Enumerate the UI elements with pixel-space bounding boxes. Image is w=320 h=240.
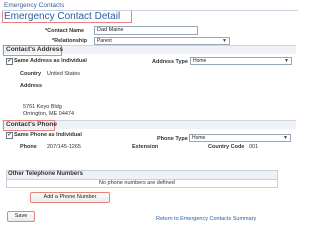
chevron-down-icon: ▼ bbox=[284, 58, 289, 64]
phone-label: Phone bbox=[20, 144, 37, 150]
country-code-label: Country Code bbox=[208, 144, 245, 150]
address-section-title: Contact's Address bbox=[6, 46, 63, 53]
add-phone-button[interactable]: Add a Phone Number bbox=[30, 192, 110, 203]
phone-type-label: Phone Type bbox=[157, 136, 188, 142]
relationship-value: Parent bbox=[97, 38, 112, 44]
chevron-down-icon: ▼ bbox=[283, 135, 288, 141]
same-address-label: Same Address as Individual bbox=[14, 58, 87, 64]
other-phones-title: Other Telephone Numbers bbox=[8, 171, 83, 177]
checkmark-icon: ✔ bbox=[7, 58, 12, 64]
relationship-select[interactable]: Parent ▼ bbox=[94, 37, 230, 45]
same-address-checkbox[interactable]: ✔ bbox=[6, 58, 13, 65]
address-type-select[interactable]: Home ▼ bbox=[190, 57, 292, 65]
relationship-label: *Relationship bbox=[52, 38, 88, 44]
country-label: Country bbox=[20, 71, 42, 77]
save-button[interactable]: Save bbox=[7, 211, 35, 222]
address-type-value: Home bbox=[193, 58, 207, 64]
contact-name-input[interactable]: Dad Maine bbox=[94, 26, 198, 35]
extension-label: Extension bbox=[132, 144, 159, 150]
same-phone-checkbox[interactable]: ✔ bbox=[6, 132, 13, 139]
chevron-down-icon: ▼ bbox=[222, 38, 227, 44]
page-title: Emergency Contact Detail bbox=[4, 11, 121, 22]
return-to-summary-link[interactable]: Return to Emergency Contacts Summary bbox=[156, 216, 256, 222]
country-code-value: 001 bbox=[249, 144, 259, 150]
country-value: United States bbox=[47, 71, 81, 77]
address-label: Address bbox=[20, 83, 43, 89]
address-line2: Orrington, ME 04474 bbox=[23, 111, 75, 117]
address-type-label: Address Type bbox=[152, 59, 188, 65]
breadcrumb[interactable]: Emergency Contacts bbox=[4, 2, 64, 9]
phone-value: 207/145-1265 bbox=[47, 144, 81, 150]
phone-type-select[interactable]: Home ▼ bbox=[189, 134, 291, 142]
phone-type-value: Home bbox=[192, 135, 206, 141]
address-line1: 5761 Keyo Bldg bbox=[23, 104, 62, 110]
checkmark-icon: ✔ bbox=[7, 132, 12, 138]
phone-section-title: Contact's Phone bbox=[6, 121, 58, 128]
same-phone-label: Same Phone as Individual bbox=[14, 132, 82, 138]
contact-name-label: *Contact Name bbox=[45, 28, 85, 34]
other-phones-empty-message: No phone numbers are defined bbox=[99, 180, 175, 186]
